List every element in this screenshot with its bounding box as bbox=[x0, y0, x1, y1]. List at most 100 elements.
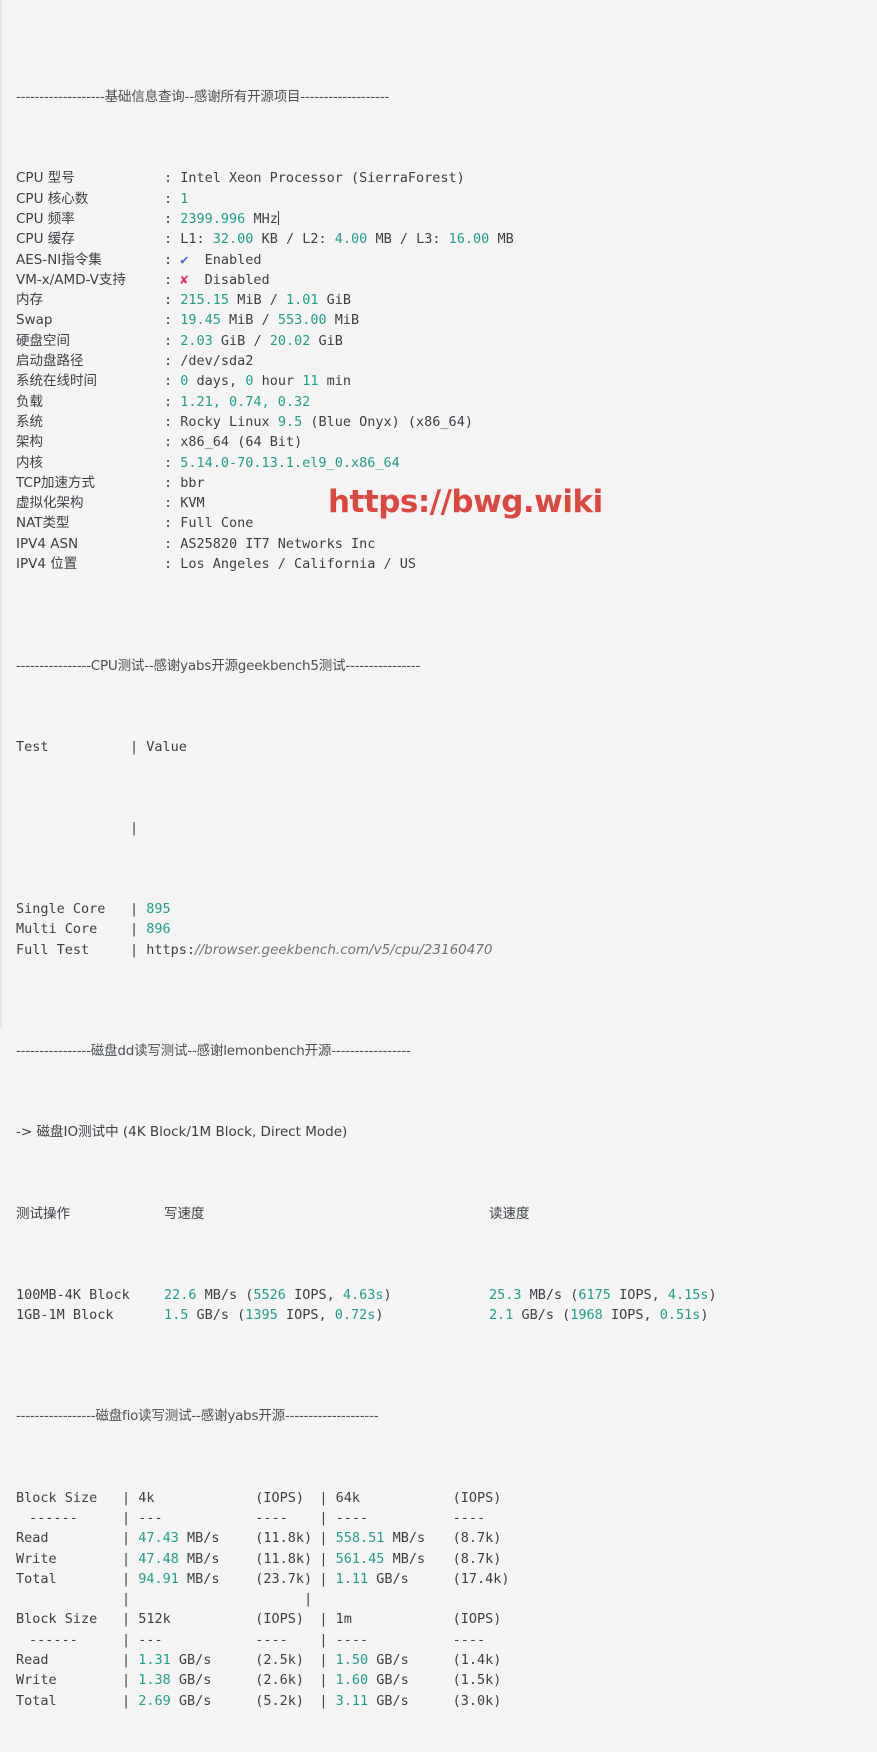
cpu-test-row: Single Core | 895 bbox=[2, 899, 877, 919]
fio-value-b: 1.11 GB/s bbox=[336, 1569, 453, 1589]
cpu-test-name: Multi Core bbox=[16, 921, 98, 938]
value-text: (Blue bbox=[310, 413, 351, 430]
value-text: / bbox=[261, 312, 270, 329]
section-header-basic-info: -------------------基础信息查询--感谢所有开源项目-----… bbox=[16, 89, 390, 106]
value-text bbox=[392, 231, 400, 247]
dd-write-iops-label: IOPS, bbox=[277, 1307, 335, 1323]
value-text: GiB bbox=[326, 292, 352, 309]
info-row: CPU 核心数: 1 bbox=[2, 189, 877, 209]
value-number: 215.15 bbox=[180, 292, 230, 309]
fio-value-b-unit: MB/s bbox=[384, 1550, 426, 1567]
cpu-test-link-url: //browser.geekbench.com/v5/cpu/23160470 bbox=[195, 941, 493, 958]
fio-value-a: 1.31 GB/s bbox=[138, 1650, 255, 1670]
fio-block-dashes: ------ | --- ---- | ---- ---- bbox=[2, 1508, 877, 1528]
dd-read-unit: GB/s ( bbox=[513, 1307, 571, 1323]
info-colon: : bbox=[164, 515, 181, 532]
dd-read-result: 2.1 GB/s (1968 IOPS, 0.51s) bbox=[489, 1307, 709, 1323]
value-text: MiB bbox=[229, 312, 254, 329]
fio-value-b: 1.50 GB/s bbox=[336, 1650, 453, 1670]
info-row: 负载: 1.21, 0.74, 0.32 bbox=[2, 392, 877, 412]
cpu-test-name: Full Test bbox=[16, 941, 90, 958]
fio-header-pipe-right: | bbox=[311, 1611, 336, 1628]
fio-dash-pipe-left: | bbox=[122, 1509, 139, 1526]
fio-dash-a: ------ bbox=[29, 1509, 78, 1526]
fio-dash-d: ---- bbox=[335, 1509, 369, 1526]
fio-row-pipe-right: | bbox=[311, 1692, 336, 1709]
section-header-fio-test: -----------------磁盘fio读写测试--感谢yabs开源----… bbox=[16, 1408, 379, 1425]
info-row: 系统在线时间: 0 days, 0 hour 11 min bbox=[2, 371, 877, 391]
value-text: MiB bbox=[237, 292, 262, 309]
fio-block-size-b: 64k bbox=[335, 1489, 361, 1506]
dd-progress-line: -> 磁盘IO测试中 (4K Block/1M Block, Direct Mo… bbox=[16, 1124, 348, 1141]
info-label: NAT类型 bbox=[16, 515, 70, 532]
fio-value-b: 3.11 GB/s bbox=[336, 1691, 453, 1711]
cpu-test-score: 895 bbox=[146, 901, 171, 918]
fio-value-b-number: 1.60 bbox=[335, 1672, 369, 1689]
value-text: x86_64 bbox=[180, 434, 230, 451]
fio-value-a-unit: GB/s bbox=[170, 1692, 212, 1709]
value-text bbox=[262, 434, 270, 450]
dd-write-close: ) bbox=[383, 1286, 392, 1303]
fio-value-b-number: 3.11 bbox=[335, 1692, 369, 1709]
dd-write-speed: 22.6 bbox=[164, 1286, 197, 1303]
value-text: /dev/sda2 bbox=[180, 353, 254, 370]
value-text bbox=[188, 373, 196, 389]
dd-read-speed: 2.1 bbox=[489, 1307, 514, 1323]
fio-value-a: 2.69 GB/s bbox=[138, 1691, 255, 1711]
fio-iops-header-b: (IOPS) bbox=[452, 1489, 502, 1506]
value-text bbox=[327, 312, 335, 328]
value-text: MB bbox=[497, 231, 514, 248]
fio-iops-header-a: (IOPS) bbox=[255, 1611, 305, 1628]
info-colon: : bbox=[164, 474, 181, 491]
info-colon: : bbox=[164, 535, 181, 552]
fio-dash-pipe-right: | bbox=[311, 1631, 336, 1648]
value-number: 1.01 bbox=[286, 292, 319, 309]
value-text bbox=[400, 414, 408, 430]
value-number: 553.00 bbox=[277, 312, 327, 329]
info-colon: : bbox=[164, 271, 181, 288]
fio-value-b-unit: GB/s bbox=[368, 1570, 409, 1587]
info-row: 启动盘路径: /dev/sda2 bbox=[2, 351, 877, 371]
fio-test-blocks: Block Size | 4k (IOPS) | 64k (IOPS) ------ | … bbox=[2, 1488, 877, 1711]
fio-header-pipe-left: | bbox=[122, 1611, 139, 1628]
fio-row-pipe-left: | bbox=[122, 1672, 139, 1689]
fio-block-size-a: 512k bbox=[138, 1611, 171, 1628]
fio-value-b-number: 561.45 bbox=[335, 1550, 385, 1567]
dd-write-iops: 5526 bbox=[253, 1286, 286, 1303]
info-label: Swap bbox=[16, 312, 53, 329]
fio-block-header: Block Size | 512k (IOPS) | 1m (IOPS) bbox=[2, 1609, 877, 1629]
dd-table-header: 测试操作 写速度 读速度 bbox=[2, 1204, 877, 1224]
fio-value-a-unit: MB/s bbox=[178, 1530, 220, 1547]
info-colon: : bbox=[164, 210, 181, 227]
info-label: TCP加速方式 bbox=[16, 474, 96, 491]
info-colon: : bbox=[164, 434, 181, 451]
dd-write-unit: GB/s ( bbox=[188, 1307, 246, 1323]
value-number: 9.5 bbox=[277, 413, 303, 430]
fio-iops-a: (11.8k) bbox=[255, 1550, 313, 1567]
value-text bbox=[310, 333, 318, 349]
fio-dash-pipe-left: | bbox=[122, 1631, 139, 1648]
value-text bbox=[221, 312, 229, 328]
dd-read-iops-label: IOPS, bbox=[602, 1307, 660, 1323]
fio-test-row: Total | 2.69 GB/s (5.2k) | 3.11 GB/s (3.0k) bbox=[2, 1691, 877, 1711]
value-text bbox=[319, 373, 327, 389]
value-number: 2.03 bbox=[180, 332, 213, 349]
fio-dash-d: ---- bbox=[335, 1631, 369, 1648]
fio-value-a: 47.48 MB/s bbox=[138, 1549, 255, 1569]
fio-value-a: 47.43 MB/s bbox=[138, 1528, 255, 1548]
fio-value-a-number: 94.91 bbox=[138, 1570, 179, 1587]
fio-iops-b: (8.7k) bbox=[452, 1550, 502, 1567]
info-row: 虚拟化架构: KVM bbox=[2, 493, 877, 513]
value-number: 20.02 bbox=[269, 332, 311, 349]
info-colon: : bbox=[164, 556, 181, 573]
info-colon: : bbox=[164, 292, 181, 309]
dd-write-result: 1.5 GB/s (1395 IOPS, 0.72s) bbox=[164, 1305, 489, 1325]
value-text: Linux bbox=[229, 413, 270, 430]
info-row: NAT类型: Full Cone bbox=[2, 513, 877, 533]
fio-iops-a: (11.8k) bbox=[255, 1530, 313, 1547]
cpu-test-spacer-row: | bbox=[2, 818, 877, 838]
cpu-test-row: Multi Core | 896 bbox=[2, 919, 877, 939]
value-number: 2399.996 bbox=[180, 210, 246, 227]
dd-read-speed: 25.3 bbox=[489, 1286, 522, 1303]
fio-row-pipe-left: | bbox=[122, 1530, 139, 1547]
